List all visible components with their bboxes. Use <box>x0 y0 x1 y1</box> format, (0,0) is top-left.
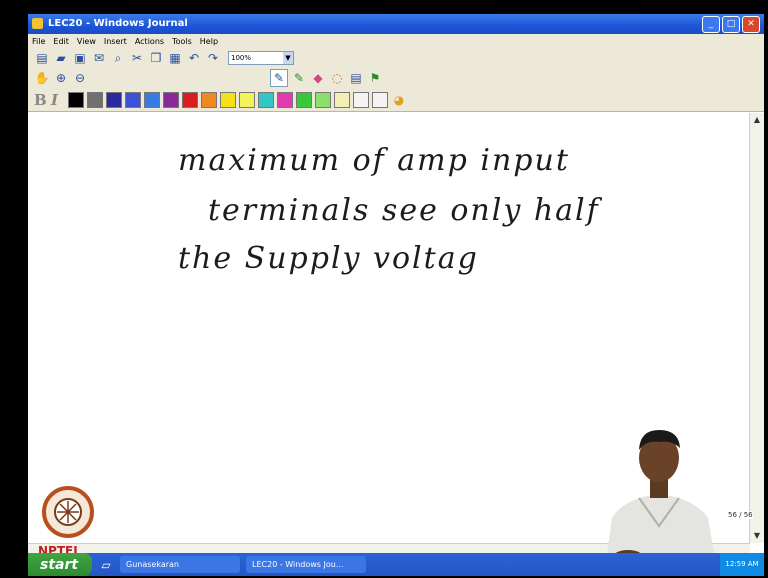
standard-toolbar: ▤ ▰ ▣ ✉ ⌕ ✂ ❐ ▦ ↶ ↷ 100% ▼ <box>28 48 764 68</box>
send-icon[interactable]: ✉ <box>91 50 107 66</box>
journal-app-icon <box>32 18 43 29</box>
window-title: LEC20 - Windows Journal <box>48 18 188 29</box>
new-note-icon[interactable]: ▤ <box>34 50 50 66</box>
menu-bar: File Edit View Insert Actions Tools Help <box>28 34 764 48</box>
pan-hand-icon[interactable]: ✋ <box>34 70 50 86</box>
zoom-value: 100% <box>231 54 252 62</box>
color-swatch[interactable] <box>125 91 141 108</box>
taskbar-item-gunasekaran[interactable]: Gunasekaran <box>120 556 240 573</box>
color-swatch[interactable] <box>106 91 122 108</box>
chevron-down-icon: ▼ <box>283 52 293 64</box>
handwritten-line: the Supply voltag <box>178 241 479 276</box>
scroll-up-icon[interactable]: ▲ <box>750 113 764 127</box>
scroll-down-icon[interactable]: ▼ <box>750 529 764 543</box>
lasso-select-icon[interactable]: ◌ <box>329 70 345 86</box>
close-button[interactable]: ✕ <box>742 16 760 33</box>
flag-icon[interactable]: ⚑ <box>367 70 383 86</box>
color-swatch[interactable] <box>372 91 388 108</box>
handwritten-line: maximum of amp input <box>178 143 570 178</box>
clock-text: 12:59 AM <box>725 560 759 568</box>
zoom-in-icon[interactable]: ⊕ <box>53 70 69 86</box>
menu-insert[interactable]: Insert <box>104 37 127 46</box>
insert-space-icon[interactable]: ▤ <box>348 70 364 86</box>
zoom-out-icon[interactable]: ⊖ <box>72 70 88 86</box>
menu-file[interactable]: File <box>32 37 45 46</box>
menu-tools[interactable]: Tools <box>172 37 192 46</box>
nptel-logo <box>42 486 94 538</box>
color-swatch[interactable] <box>220 91 236 108</box>
color-swatch[interactable] <box>144 91 160 108</box>
color-swatch[interactable] <box>353 91 369 108</box>
color-swatch[interactable] <box>182 91 198 108</box>
quick-launch-icon[interactable]: ▱ <box>98 557 114 573</box>
system-clock: 12:59 AM <box>720 553 764 576</box>
start-label: start <box>40 556 79 573</box>
zoom-select[interactable]: 100% ▼ <box>228 51 294 65</box>
eraser-icon[interactable]: ◆ <box>310 70 326 86</box>
save-icon[interactable]: ▣ <box>72 50 88 66</box>
redo-icon[interactable]: ↷ <box>205 50 221 66</box>
menu-view[interactable]: View <box>77 37 96 46</box>
color-swatch[interactable] <box>239 91 255 108</box>
menu-help[interactable]: Help <box>200 37 218 46</box>
color-swatch[interactable] <box>277 91 293 108</box>
handwritten-line: terminals see only half <box>208 193 600 228</box>
taskbar-item-label: LEC20 - Windows Jou... <box>252 560 344 569</box>
bold-button[interactable]: B <box>34 91 48 109</box>
undo-icon[interactable]: ↶ <box>186 50 202 66</box>
taskbar-item-label: Gunasekaran <box>126 560 179 569</box>
taskbar-item-journal[interactable]: LEC20 - Windows Jou... <box>246 556 366 573</box>
minimize-button[interactable]: _ <box>702 16 720 33</box>
color-swatch[interactable] <box>68 91 84 108</box>
color-swatch[interactable] <box>334 91 350 108</box>
copy-icon[interactable]: ❐ <box>148 50 164 66</box>
color-swatch[interactable] <box>315 91 331 108</box>
format-toolbar: B I ◕ <box>28 88 764 112</box>
search-icon[interactable]: ⌕ <box>110 50 126 66</box>
color-swatch[interactable] <box>201 91 217 108</box>
title-bar: LEC20 - Windows Journal _ □ ✕ <box>28 14 764 34</box>
cut-icon[interactable]: ✂ <box>129 50 145 66</box>
color-swatch[interactable] <box>296 91 312 108</box>
menu-edit[interactable]: Edit <box>53 37 69 46</box>
color-swatch[interactable] <box>87 91 103 108</box>
taskbar: start ▱ Gunasekaran LEC20 - Windows Jou.… <box>28 553 764 576</box>
pen-toolbar: ✋ ⊕ ⊖ ✎ ✎ ◆ ◌ ▤ ⚑ <box>28 68 764 88</box>
italic-button[interactable]: I <box>51 91 65 109</box>
highlighter-icon[interactable]: ✎ <box>291 70 307 86</box>
maximize-button[interactable]: □ <box>722 16 740 33</box>
paste-icon[interactable]: ▦ <box>167 50 183 66</box>
color-swatch[interactable] <box>258 91 274 108</box>
menu-actions[interactable]: Actions <box>135 37 164 46</box>
color-picker-icon[interactable]: ◕ <box>391 92 407 108</box>
open-folder-icon[interactable]: ▰ <box>53 50 69 66</box>
pen-icon[interactable]: ✎ <box>270 69 288 87</box>
screen: LEC20 - Windows Journal _ □ ✕ File Edit … <box>28 14 764 576</box>
color-swatch[interactable] <box>163 91 179 108</box>
vertical-scrollbar[interactable]: ▲ ▼ <box>749 113 764 543</box>
start-button[interactable]: start <box>28 553 92 576</box>
